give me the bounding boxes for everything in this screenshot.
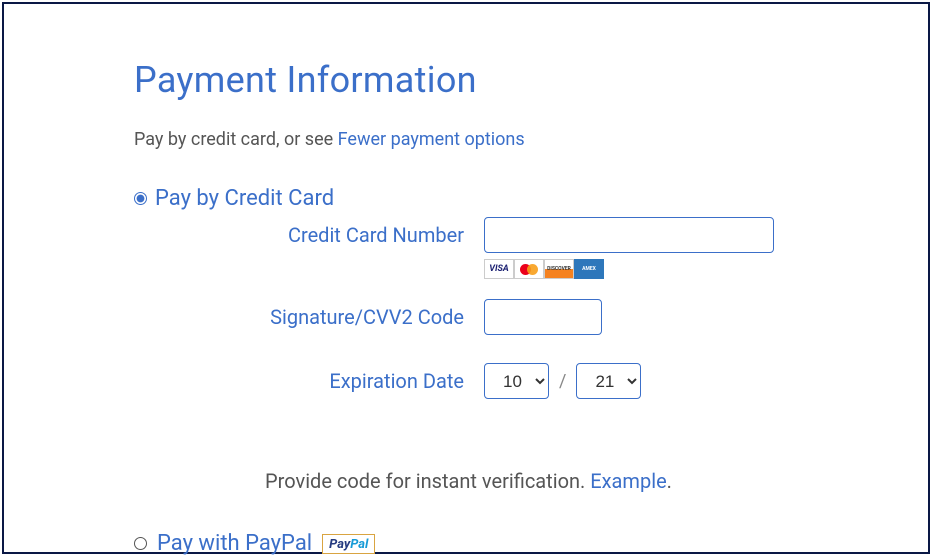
cvv-row: Signature/CVV2 Code — [134, 299, 803, 335]
expiration-field-wrap: 10 / 21 — [484, 363, 803, 399]
subtitle-text: Pay by credit card, or see — [134, 129, 338, 150]
verify-text-prefix: Provide code for instant verification. — [265, 469, 590, 493]
card-brand-icons: VISA DISCOVER AMEX — [484, 259, 803, 279]
exp-month-select[interactable]: 10 — [484, 363, 549, 399]
page-title: Payment Information — [134, 59, 803, 101]
subtitle: Pay by credit card, or see Fewer payment… — [134, 129, 803, 150]
card-number-label: Credit Card Number — [134, 217, 464, 247]
expiration-row: Expiration Date 10 / 21 — [134, 363, 803, 399]
payment-form-container: Payment Information Pay by credit card, … — [2, 2, 930, 554]
credit-card-radio[interactable] — [134, 192, 147, 205]
card-number-input[interactable] — [484, 217, 774, 253]
paypal-radio[interactable] — [134, 537, 147, 550]
mastercard-icon — [514, 259, 544, 279]
amex-icon: AMEX — [574, 259, 604, 279]
paypal-option: Pay with PayPal PayPal — [134, 531, 803, 556]
cvv-field-wrap — [484, 299, 803, 335]
cvv-label: Signature/CVV2 Code — [134, 299, 464, 329]
paypal-option-label[interactable]: Pay with PayPal — [157, 531, 312, 556]
expiration-label: Expiration Date — [134, 363, 464, 393]
credit-card-option-label[interactable]: Pay by Credit Card — [155, 186, 334, 211]
card-number-row: Credit Card Number VISA DISCOVER AMEX — [134, 217, 803, 279]
card-number-field-wrap: VISA DISCOVER AMEX — [484, 217, 803, 279]
paypal-icon: PayPal — [322, 534, 375, 554]
credit-card-option: Pay by Credit Card — [134, 186, 803, 211]
discover-icon: DISCOVER — [544, 259, 574, 279]
verification-hint: Provide code for instant verification. E… — [134, 469, 803, 493]
example-link[interactable]: Example — [590, 469, 666, 493]
date-separator: / — [559, 371, 566, 392]
verify-text-suffix: . — [667, 469, 672, 493]
fewer-options-link[interactable]: Fewer payment options — [338, 129, 525, 150]
cvv-input[interactable] — [484, 299, 602, 335]
visa-icon: VISA — [484, 259, 514, 279]
exp-year-select[interactable]: 21 — [576, 363, 641, 399]
